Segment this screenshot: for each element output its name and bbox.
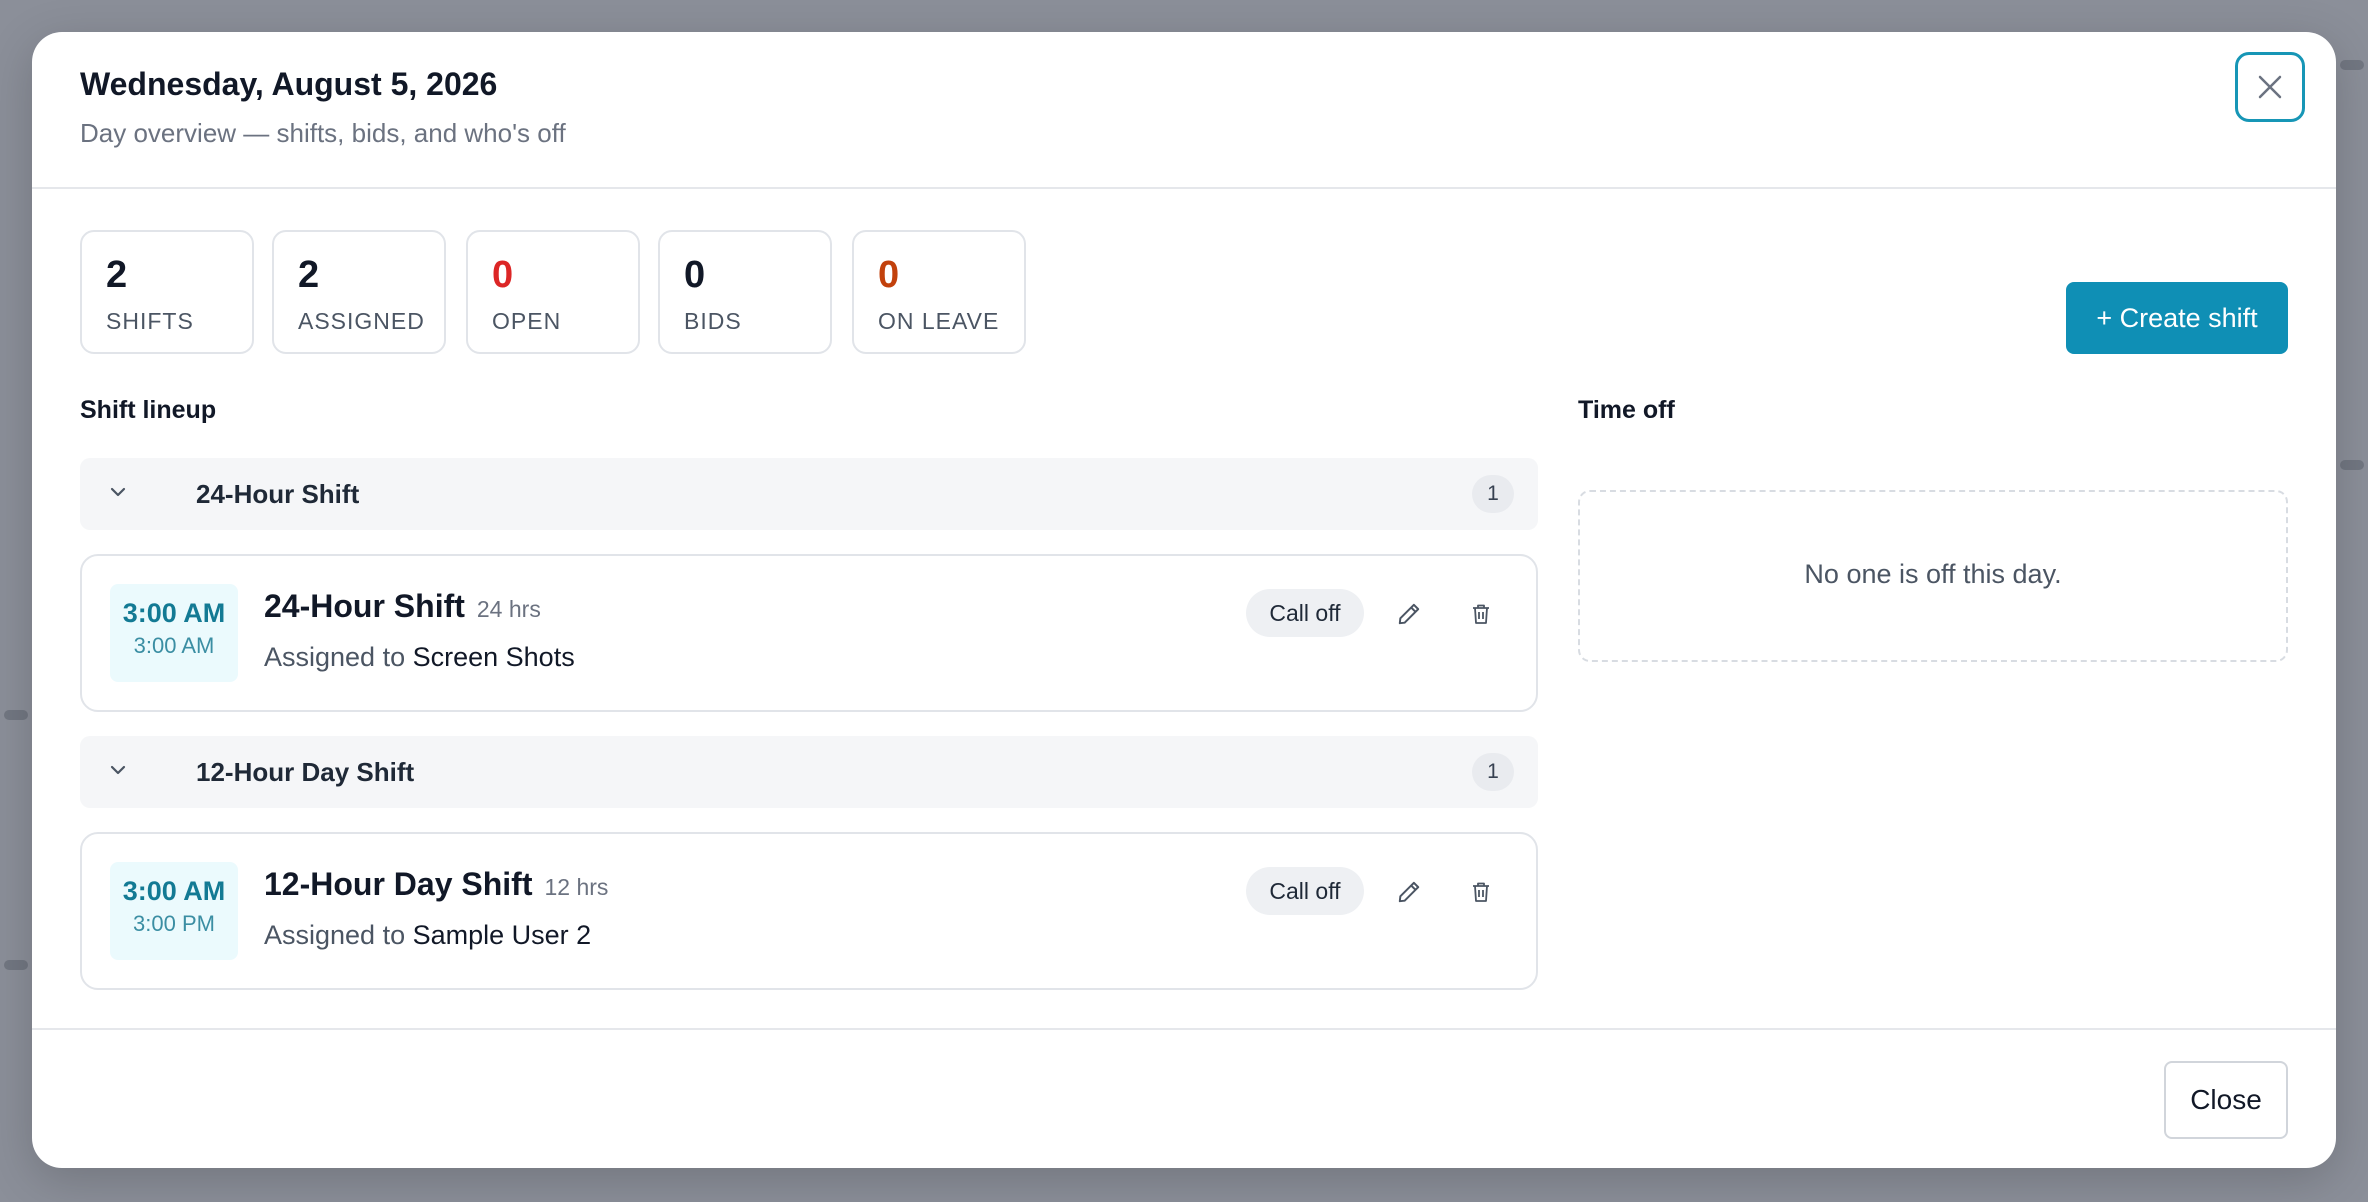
- time-off-empty-message: No one is off this day.: [1804, 559, 2062, 589]
- shift-start-time: 3:00 AM: [122, 598, 226, 628]
- shift-name: 24-Hour Shift 24 hrs: [264, 588, 541, 625]
- stat-label: SHIFTS: [106, 308, 194, 334]
- assigned-prefix: Assigned to: [264, 642, 406, 672]
- chevron-down-icon: [110, 487, 126, 497]
- close-icon: [2258, 75, 2282, 99]
- stat-label: ASSIGNED: [298, 308, 425, 334]
- stat-label: BIDS: [684, 308, 742, 334]
- assigned-prefix: Assigned to: [264, 920, 406, 950]
- edit-shift-button[interactable]: [1388, 871, 1430, 913]
- chevron-down-icon: [110, 765, 126, 775]
- delete-shift-button[interactable]: [1460, 593, 1502, 635]
- shift-hours: 24 hrs: [476, 596, 541, 622]
- pencil-icon: [1398, 881, 1420, 903]
- shift-name-text: 24-Hour Shift: [264, 588, 465, 624]
- shift-assignment: Assigned to Sample User 2: [264, 920, 591, 951]
- shift-end-time: 3:00 AM: [133, 633, 215, 658]
- time-off-title: Time off: [1578, 396, 1675, 424]
- edit-shift-button[interactable]: [1388, 593, 1430, 635]
- shift-name-text: 12-Hour Day Shift: [264, 866, 533, 902]
- shift-time: 3:00 AM 3:00 PM: [110, 862, 238, 960]
- stat-value: 2: [298, 254, 320, 296]
- group-name: 24-Hour Shift: [196, 479, 360, 509]
- stat-label: OPEN: [492, 308, 562, 334]
- shift-end-time: 3:00 PM: [133, 911, 215, 936]
- shift-start-time: 3:00 AM: [122, 876, 226, 906]
- assignee-name: Screen Shots: [412, 642, 575, 672]
- background-app: [4, 710, 28, 720]
- modal-header: Wednesday, August 5, 2026 Day overview —…: [32, 32, 2336, 189]
- modal-footer: Close: [32, 1028, 2336, 1168]
- close-button[interactable]: Close: [2164, 1061, 2288, 1139]
- background-app: [4, 960, 28, 970]
- background-app: [2340, 460, 2364, 470]
- delete-shift-button[interactable]: [1460, 871, 1502, 913]
- shift-card: 3:00 AM 3:00 AM 24-Hour Shift 24 hrs Assi…: [80, 554, 1538, 712]
- shift-hours: 12 hrs: [544, 874, 609, 900]
- create-shift-button[interactable]: + Create shift: [2066, 282, 2288, 354]
- shift-group-header[interactable]: 24-Hour Shift 1: [80, 458, 1538, 530]
- shift-time: 3:00 AM 3:00 AM: [110, 584, 238, 682]
- shift-assignment: Assigned to Screen Shots: [264, 642, 575, 673]
- background-app: [2340, 60, 2364, 70]
- group-count-badge: 1: [1472, 475, 1514, 513]
- pencil-icon: [1398, 603, 1420, 625]
- group-name: 12-Hour Day Shift: [196, 757, 415, 787]
- stat-value: 0: [492, 254, 514, 296]
- stat-value: 0: [878, 254, 900, 296]
- stat-shifts: 2 SHIFTS: [80, 230, 254, 354]
- shift-card: 3:00 AM 3:00 PM 12-Hour Day Shift 12 hrs …: [80, 832, 1538, 990]
- stat-on-leave: 0 ON LEAVE: [852, 230, 1026, 354]
- assignee-name: Sample User 2: [412, 920, 592, 950]
- day-overview-modal: Wednesday, August 5, 2026 Day overview —…: [32, 32, 2336, 1168]
- shift-name: 12-Hour Day Shift 12 hrs: [264, 866, 608, 903]
- stat-value: 2: [106, 254, 128, 296]
- trash-icon: [1473, 882, 1489, 902]
- stat-bids: 0 BIDS: [658, 230, 832, 354]
- group-count-badge: 1: [1472, 753, 1514, 791]
- close-x-button[interactable]: [2235, 52, 2305, 122]
- stat-open: 0 OPEN: [466, 230, 640, 354]
- shift-group-header[interactable]: 12-Hour Day Shift 1: [80, 736, 1538, 808]
- call-off-button[interactable]: Call off: [1246, 589, 1364, 637]
- stat-assigned: 2 ASSIGNED: [272, 230, 446, 354]
- shift-lineup-title: Shift lineup: [80, 396, 217, 424]
- stat-label: ON LEAVE: [878, 308, 1000, 334]
- stat-value: 0: [684, 254, 706, 296]
- call-off-button[interactable]: Call off: [1246, 867, 1364, 915]
- modal-title: Wednesday, August 5, 2026: [80, 66, 498, 102]
- trash-icon: [1473, 604, 1489, 624]
- time-off-panel: No one is off this day.: [1578, 490, 2288, 662]
- modal-subtitle: Day overview — shifts, bids, and who's o…: [80, 118, 566, 148]
